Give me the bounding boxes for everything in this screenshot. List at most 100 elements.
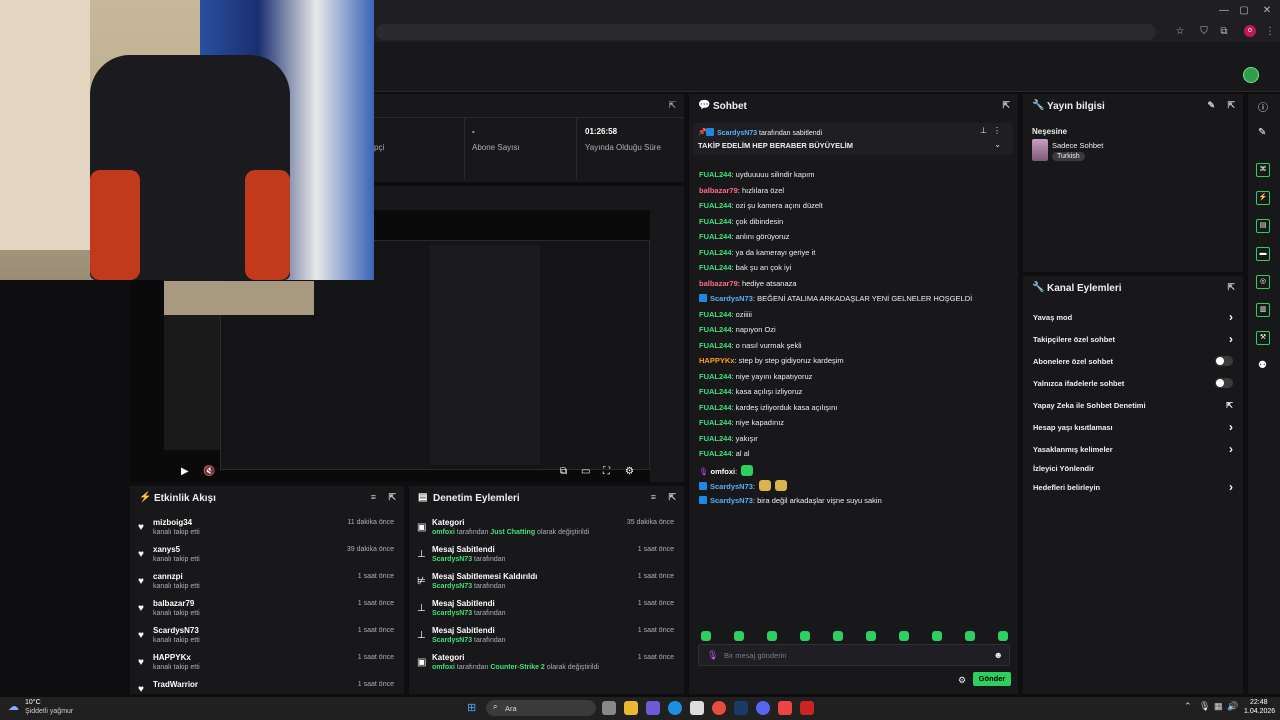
chat-username[interactable]: ScardysN73 — [710, 294, 753, 303]
followers-only-row[interactable]: Takipçilere özel sohbet › — [1033, 330, 1233, 350]
filter-icon[interactable]: ≡ — [651, 492, 656, 502]
stream-category[interactable]: Sadece Sohbet — [1052, 141, 1103, 150]
chat-username[interactable]: ScardysN73 — [710, 482, 753, 491]
emote-icon[interactable] — [775, 480, 788, 491]
browser-menu-icon[interactable]: ⋮ — [1263, 25, 1277, 39]
windows-start-icon[interactable]: ⊞ — [467, 701, 481, 715]
weather-desc[interactable]: Şiddetli yağmur — [25, 708, 73, 715]
chat-username[interactable]: FUAL244 — [699, 170, 732, 179]
subscribers-only-toggle[interactable] — [1215, 356, 1233, 366]
chevron-down-icon[interactable]: ⌄ — [994, 140, 1001, 149]
chat-username[interactable]: FUAL244 — [699, 418, 732, 427]
mute-icon[interactable]: 🔇 — [203, 466, 215, 477]
clock-date[interactable]: 1.04.2026 — [1244, 708, 1275, 715]
fullscreen-icon[interactable]: ⛶ — [603, 466, 610, 477]
volume-icon[interactable]: 🔊 — [1227, 701, 1238, 712]
browser-profile-avatar[interactable]: o — [1244, 25, 1256, 37]
chat-username[interactable]: FUAL244 — [699, 325, 732, 334]
slow-mode-row[interactable]: Yavaş mod › — [1033, 308, 1233, 328]
activity-user[interactable]: mizboig34 — [153, 518, 192, 527]
ai-moderation-row[interactable]: Yapay Zeka ile Sohbet Denetimi ⇱ — [1033, 396, 1233, 416]
chat-username[interactable]: balbazar79 — [699, 186, 738, 195]
lightning-icon[interactable]: ⚡ — [1256, 191, 1270, 205]
network-icon[interactable]: ▦ — [1214, 701, 1223, 712]
chat-username[interactable]: FUAL244 — [699, 403, 732, 412]
emote-icon[interactable] — [741, 464, 754, 476]
store-icon[interactable] — [690, 701, 704, 715]
edge-icon[interactable] — [668, 701, 682, 715]
chat-username[interactable]: FUAL244 — [699, 263, 732, 272]
chat-username[interactable]: ScardysN73 — [710, 496, 753, 505]
steam-icon[interactable] — [734, 701, 748, 715]
emote-icon[interactable] — [866, 631, 876, 641]
share-icon[interactable]: ⚉ — [1258, 360, 1267, 371]
activity-user[interactable]: TradWarrior — [153, 680, 198, 689]
popout-icon[interactable]: ⇱ — [388, 492, 396, 503]
popout-icon[interactable]: ⇱ — [668, 492, 676, 503]
stream-tag[interactable]: Turkish — [1052, 152, 1085, 161]
microphone-icon[interactable]: 🎙 — [1199, 701, 1210, 712]
chrome-icon[interactable] — [712, 701, 726, 715]
settings-gear-icon[interactable]: ⚙ — [625, 466, 634, 477]
mod-action-user[interactable]: omfoxi — [432, 529, 455, 536]
chat-username[interactable]: FUAL244 — [699, 449, 732, 458]
raid-row[interactable]: İzleyici Yönlendir — [1033, 459, 1233, 479]
document-icon[interactable]: ▤ — [1256, 219, 1270, 233]
goals-row[interactable]: Hedefleri belirleyin › — [1033, 478, 1233, 498]
clock-time[interactable]: 22:48 — [1250, 699, 1268, 706]
bookmark-star-icon[interactable]: ☆ — [1173, 25, 1187, 39]
mod-action-user[interactable]: ScardysN73 — [432, 637, 472, 644]
emote-icon[interactable] — [759, 480, 772, 491]
teams-icon[interactable] — [646, 701, 660, 715]
chat-username[interactable]: FUAL244 — [699, 232, 732, 241]
account-age-row[interactable]: Hesap yaşı kısıtlaması › — [1033, 418, 1233, 438]
edit-icon[interactable]: ✎ — [1258, 127, 1266, 138]
activity-user[interactable]: ScardysN73 — [153, 626, 199, 635]
chat-bubble-icon[interactable]: ▬ — [1256, 247, 1270, 261]
chat-username[interactable]: FUAL244 — [699, 372, 732, 381]
popout-icon[interactable]: ⇱ — [1002, 100, 1010, 111]
chat-username[interactable]: HAPPYKx — [699, 356, 734, 365]
mod-action-user[interactable]: ScardysN73 — [432, 556, 472, 563]
app-icon[interactable] — [778, 701, 792, 715]
emotes-only-toggle[interactable] — [1215, 378, 1233, 388]
mod-action-user[interactable]: ScardysN73 — [432, 583, 472, 590]
chat-username[interactable]: balbazar79 — [699, 279, 738, 288]
shield-icon[interactable]: ⛉ — [1197, 25, 1211, 39]
user-avatar[interactable] — [1243, 67, 1259, 83]
emote-icon[interactable] — [833, 631, 843, 641]
popout-icon[interactable]: ⇱ — [1227, 100, 1235, 111]
chat-username[interactable]: FUAL244 — [699, 201, 732, 210]
chat-username[interactable]: omfoxi — [711, 467, 736, 476]
pip-icon[interactable]: ⧉ — [560, 466, 567, 477]
chat-username[interactable]: FUAL244 — [699, 434, 732, 443]
emote-icon[interactable] — [932, 631, 942, 641]
mod-action-user[interactable]: omfoxi — [432, 664, 455, 671]
banned-words-row[interactable]: Yasaklanmış kelimeler › — [1033, 440, 1233, 460]
taskbar-search[interactable]: ⌕ Ara — [486, 700, 596, 716]
emoji-icon[interactable]: ☻ — [994, 650, 1003, 660]
edit-icon[interactable]: ✎ — [1207, 100, 1215, 111]
task-view-icon[interactable] — [602, 701, 616, 715]
emote-icon[interactable] — [800, 631, 810, 641]
wrench-icon[interactable]: ⚒ — [1256, 331, 1270, 345]
activity-user[interactable]: HAPPYKx — [153, 653, 191, 662]
activity-user[interactable]: balbazar79 — [153, 599, 194, 608]
address-bar[interactable] — [376, 24, 1156, 40]
emote-icon[interactable] — [734, 631, 744, 641]
weather-icon[interactable]: ☁ — [8, 700, 19, 713]
minimize-icon[interactable]: — — [1217, 4, 1231, 18]
emote-icon[interactable] — [899, 631, 909, 641]
emote-icon[interactable] — [767, 631, 777, 641]
popout-icon[interactable]: ⇱ — [1227, 282, 1235, 293]
emote-icon[interactable] — [701, 631, 711, 641]
close-icon[interactable]: ✕ — [1260, 4, 1274, 18]
pinned-by-user[interactable]: ScardysN73 — [717, 130, 757, 137]
layout-icon[interactable]: ▥ — [1256, 303, 1270, 317]
info-icon[interactable]: ⓘ — [1258, 99, 1268, 114]
discord-icon[interactable] — [756, 701, 770, 715]
emote-icon[interactable] — [998, 631, 1008, 641]
chat-username[interactable]: FUAL244 — [699, 217, 732, 226]
send-button[interactable]: Gönder — [973, 672, 1011, 686]
activity-user[interactable]: xanys5 — [153, 545, 180, 554]
